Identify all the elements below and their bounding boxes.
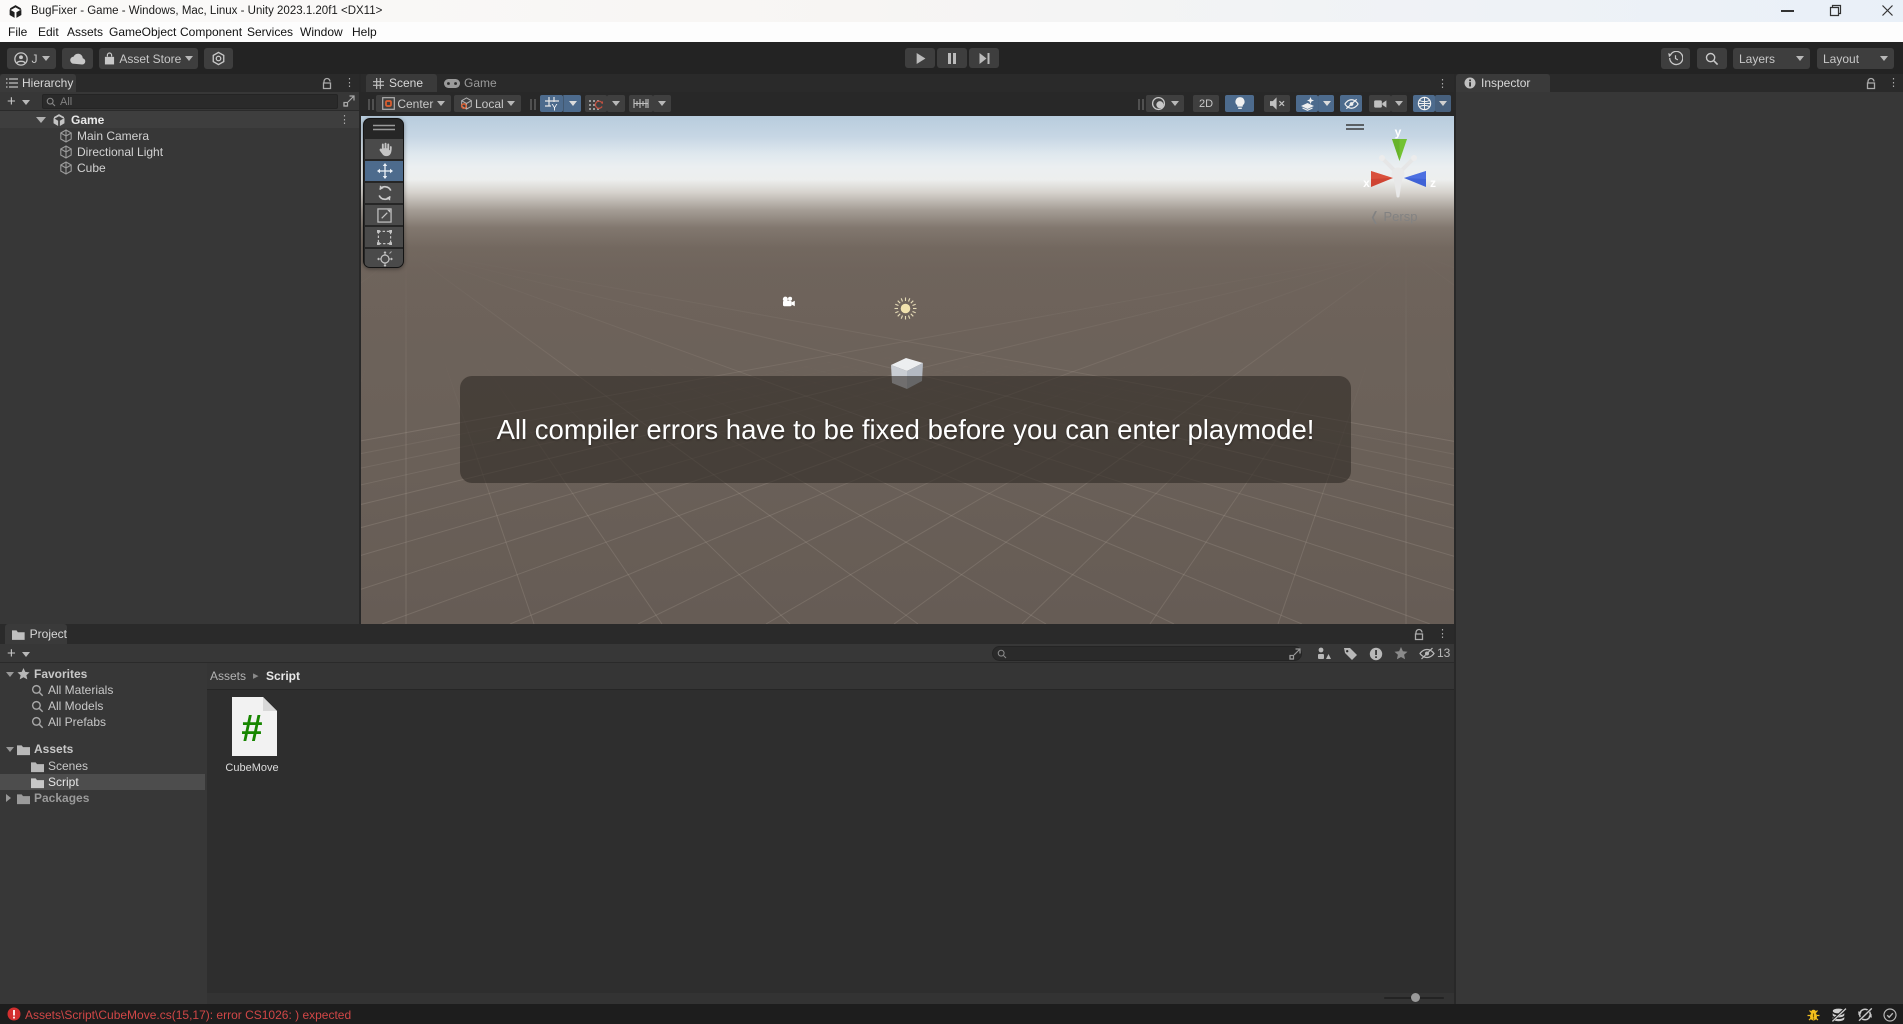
svg-text:#: # (241, 708, 262, 750)
svg-text:x: x (1363, 176, 1370, 190)
svg-text:z: z (1430, 176, 1436, 190)
svg-text:y: y (1395, 126, 1402, 139)
svg-text:Y: Y (551, 102, 557, 111)
